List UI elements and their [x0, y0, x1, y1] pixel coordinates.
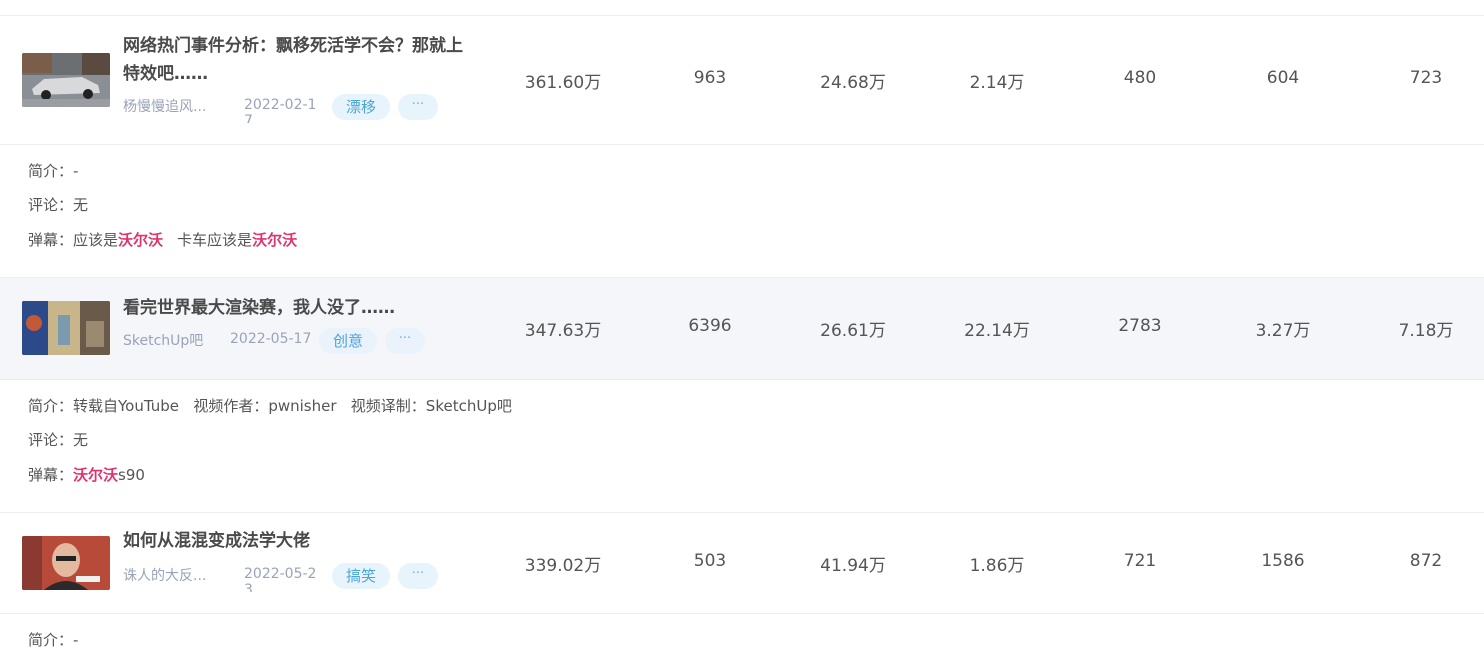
video-title[interactable]: 如何从混混变成法学大佬 [123, 527, 468, 555]
comment-line: 评论：无 [28, 194, 88, 215]
danmaku-keyword: 沃尔沃 [252, 231, 298, 249]
stat-comments: 2783 [1118, 316, 1162, 336]
stat-danmaku: 503 [693, 551, 727, 571]
category-tag[interactable]: 创意 [319, 328, 378, 354]
comment-label: 评论： [28, 431, 74, 449]
render-thumbnail-icon [22, 301, 110, 355]
comment-label: 评论： [28, 196, 74, 214]
intro-label: 简介： [28, 397, 74, 415]
video-detail: 简介：- [0, 613, 1484, 649]
stat-favorites: 723 [1409, 68, 1443, 88]
stat-comments: 721 [1123, 551, 1157, 571]
stat-comments: 480 [1123, 68, 1157, 88]
author-name[interactable]: SketchUp吧 [123, 331, 223, 351]
more-tags-button[interactable]: ··· [398, 94, 438, 120]
stat-coins: 22.14万 [964, 321, 1030, 341]
video-meta: 诛人的大反... 2022-05-23 搞笑 ··· [123, 563, 463, 592]
stat-coins: 1.86万 [969, 556, 1025, 576]
category-tag[interactable]: 搞笑 [332, 563, 391, 589]
danmaku-item: 卡车应该是沃尔沃 [177, 231, 298, 249]
stat-plays: 339.02万 [524, 556, 602, 576]
danmaku-item: 应该是沃尔沃 [73, 231, 164, 249]
video-thumbnail[interactable] [22, 301, 110, 355]
intro-line: 简介：转载自YouTube 视频作者：pwnisher 视频译制：SketchU… [28, 395, 512, 416]
stat-favorites: 872 [1409, 551, 1443, 571]
video-title[interactable]: 网络热门事件分析：飘移死活学不会？那就上特效吧…… [123, 32, 468, 88]
intro-text: - [73, 631, 79, 649]
danmaku-line: 弹幕：应该是沃尔沃 卡车应该是沃尔沃 [28, 229, 297, 250]
stat-plays: 347.63万 [524, 321, 602, 341]
stat-likes: 26.61万 [820, 321, 886, 341]
stat-shares: 604 [1266, 68, 1300, 88]
danmaku-item: 沃尔沃s90 [73, 466, 145, 484]
video-detail: 简介：- 评论：无 弹幕：应该是沃尔沃 卡车应该是沃尔沃 [0, 144, 1484, 277]
stat-danmaku: 6396 [688, 316, 732, 336]
danmaku-label: 弹幕： [28, 231, 74, 249]
author-name[interactable]: 诛人的大反... [123, 566, 223, 586]
table-row[interactable]: 看完世界最大渲染赛，我人没了…… SketchUp吧 2022-05-17 创意… [0, 277, 1484, 379]
video-list: 网络热门事件分析：飘移死活学不会？那就上特效吧…… 杨慢慢追风... 2022-… [0, 0, 1484, 649]
stat-likes: 41.94万 [820, 556, 886, 576]
publish-date: 2022-05-17 [230, 331, 312, 347]
stat-plays: 361.60万 [524, 73, 602, 93]
danmaku-line: 弹幕：沃尔沃s90 [28, 464, 145, 485]
video-detail: 简介：转载自YouTube 视频作者：pwnisher 视频译制：SketchU… [0, 379, 1484, 512]
table-row[interactable]: 如何从混混变成法学大佬 诛人的大反... 2022-05-23 搞笑 ··· 3… [0, 512, 1484, 613]
stat-shares: 3.27万 [1255, 321, 1311, 341]
more-tags-button[interactable]: ··· [385, 328, 425, 354]
video-meta: 杨慢慢追风... 2022-02-17 漂移 ··· [123, 94, 463, 123]
comment-text: 无 [73, 196, 89, 214]
video-thumbnail[interactable] [22, 536, 110, 590]
publish-date: 2022-05-23 [244, 566, 317, 592]
danmaku-label: 弹幕： [28, 466, 74, 484]
table-row[interactable]: 网络热门事件分析：飘移死活学不会？那就上特效吧…… 杨慢慢追风... 2022-… [0, 15, 1484, 144]
intro-line: 简介：- [28, 629, 78, 649]
publish-date: 2022-02-17 [244, 97, 317, 123]
danmaku-keyword: 沃尔沃 [73, 466, 119, 484]
danmaku-keyword: 沃尔沃 [118, 231, 164, 249]
author-name[interactable]: 杨慢慢追风... [123, 97, 223, 117]
car-thumbnail-icon [22, 53, 110, 107]
comment-line: 评论：无 [28, 429, 88, 450]
person-thumbnail-icon [22, 536, 110, 590]
intro-label: 简介： [28, 162, 74, 180]
category-tag[interactable]: 漂移 [332, 94, 391, 120]
stat-likes: 24.68万 [820, 73, 886, 93]
intro-text: - [73, 162, 79, 180]
stat-favorites: 7.18万 [1398, 321, 1454, 341]
more-tags-button[interactable]: ··· [398, 563, 438, 589]
intro-text: 转载自YouTube 视频作者：pwnisher 视频译制：SketchUp吧 [73, 397, 512, 415]
stat-shares: 1586 [1261, 551, 1305, 571]
video-meta: SketchUp吧 2022-05-17 创意 ··· [123, 328, 463, 354]
stat-coins: 2.14万 [969, 73, 1025, 93]
intro-line: 简介：- [28, 160, 78, 181]
intro-label: 简介： [28, 631, 74, 649]
video-title[interactable]: 看完世界最大渲染赛，我人没了…… [123, 294, 468, 322]
video-thumbnail[interactable] [22, 53, 110, 107]
stat-danmaku: 963 [693, 68, 727, 88]
comment-text: 无 [73, 431, 89, 449]
